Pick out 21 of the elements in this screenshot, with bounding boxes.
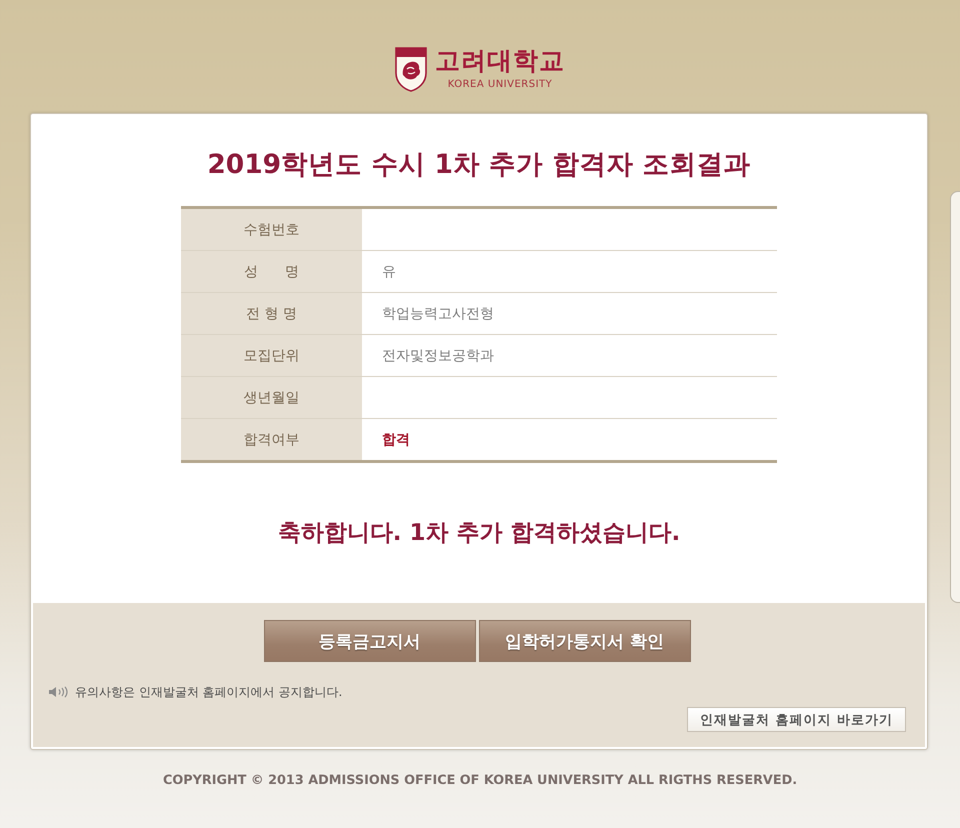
homepage-link-button[interactable]: 인재발굴처 홈페이지 바로가기	[686, 707, 906, 732]
row-label: 수험번호	[181, 209, 362, 250]
row-label: 생년월일	[181, 377, 362, 418]
pass-status: 합격	[382, 430, 410, 448]
crest-icon	[395, 47, 427, 92]
copyright-text: COPYRIGHT © 2013 ADMISSIONS OFFICE OF KOREA UNIVERSITY ALL RIGTHS RESERVED.	[162, 773, 798, 788]
logo-wordmark: 고려대학교	[435, 47, 565, 75]
row-label: 전 형 명	[181, 293, 362, 334]
page-title: 2019학년도 수시 1차 추가 합격자 조회결과	[207, 148, 751, 182]
notice-text: 유의사항은 인재발굴처 홈페이지에서 공지합니다.	[75, 684, 342, 700]
row-label: 모집단위	[181, 335, 362, 376]
field-value: 학업능력고사전형	[382, 304, 494, 322]
logo-subtitle: KOREA UNIVERSITY	[448, 78, 552, 92]
row-label: 합격여부	[181, 419, 362, 460]
speaker-icon	[48, 686, 68, 698]
action-button[interactable]: 입학허가통지서 확인	[478, 620, 690, 662]
field-value: 전자및정보공학과	[382, 346, 494, 364]
congratulations-message: 축하합니다. 1차 추가 합격하셨습니다.	[278, 519, 680, 548]
row-label: 성 명	[181, 251, 362, 292]
action-button[interactable]: 등록금고지서	[264, 620, 476, 662]
field-value: 유	[382, 262, 396, 280]
